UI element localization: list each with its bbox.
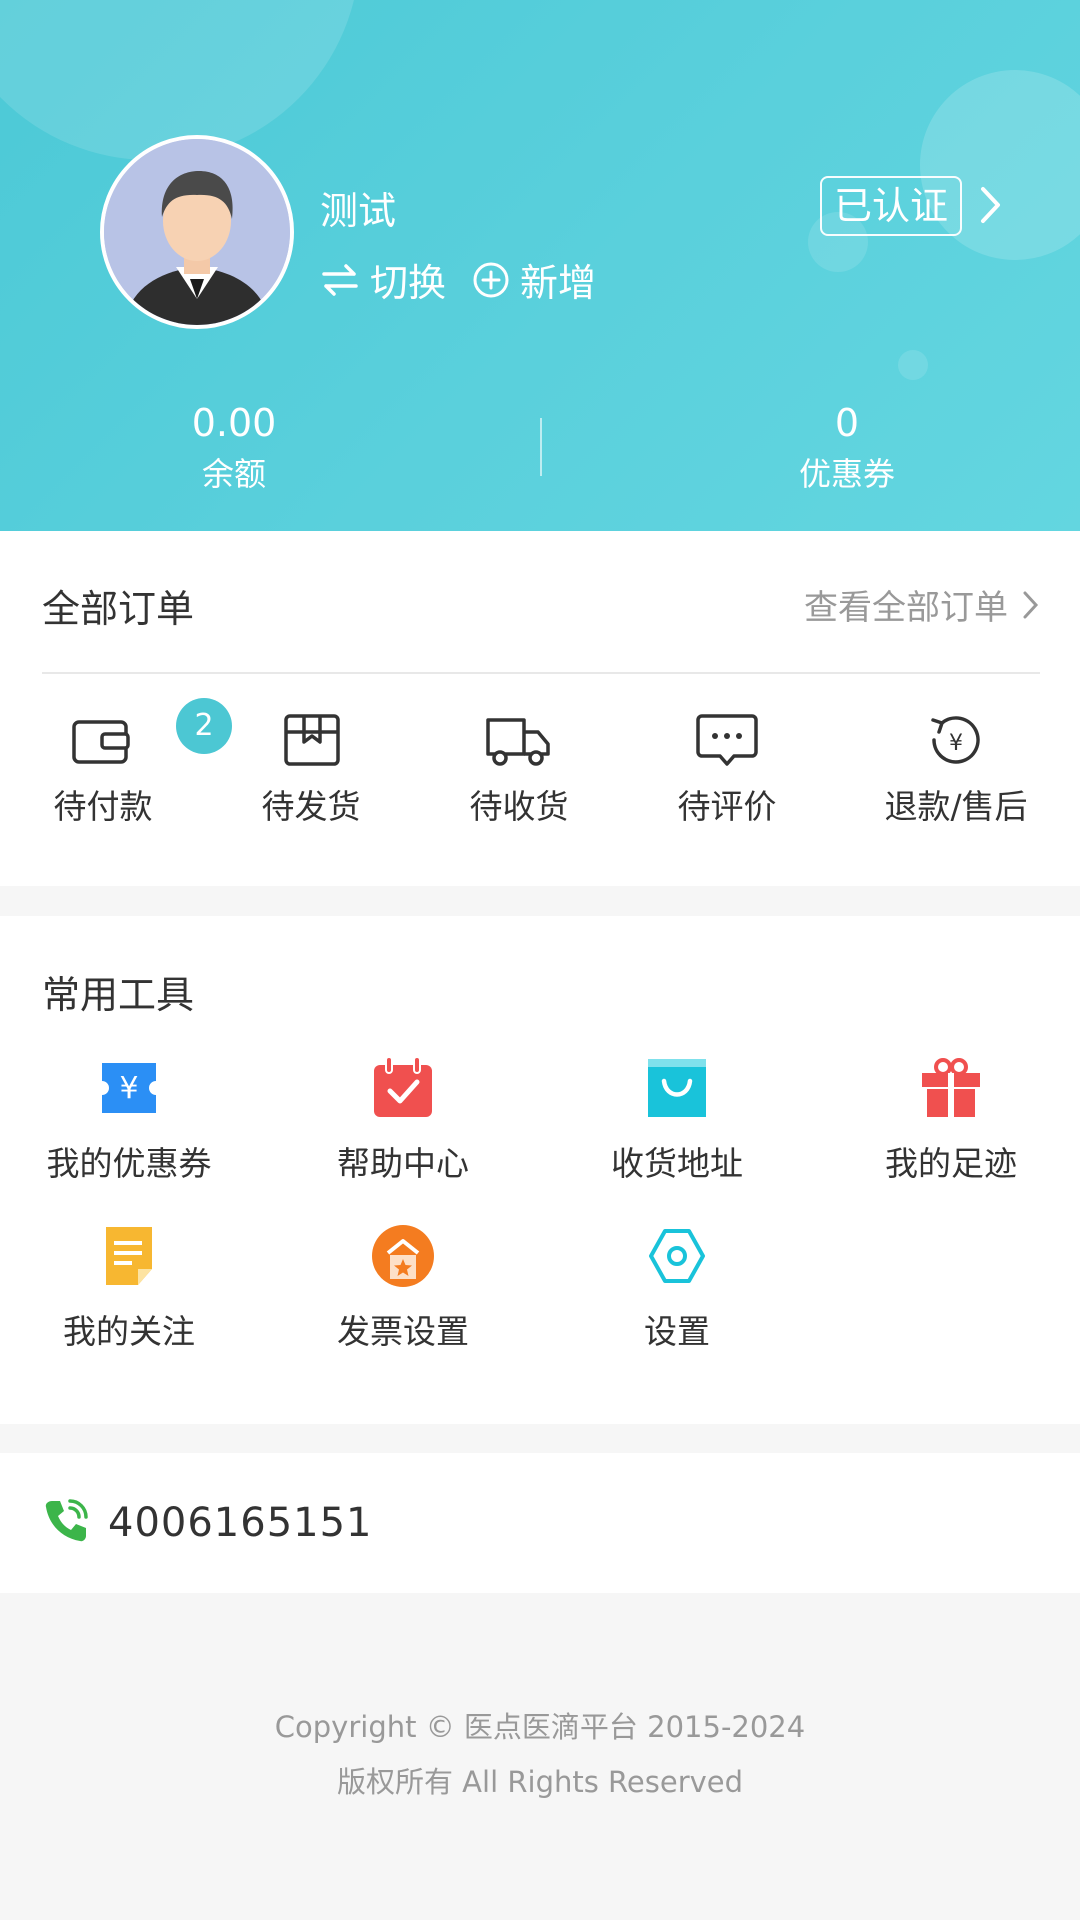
rights-text: 版权所有 All Rights Reserved [336,1765,744,1799]
copyright-text: Copyright © 医点医滴平台 2015-2024 [274,1710,806,1744]
tool-settings[interactable]: 设置 [540,1223,814,1353]
coupon-stat[interactable]: 0 优惠券 [697,398,997,500]
tool-label: 发票设置 [337,1312,469,1351]
tool-label: 我的关注 [63,1312,195,1351]
note-icon [106,1227,152,1285]
view-all-orders-link[interactable]: 查看全部订单 [804,580,1040,629]
stat-divider [540,418,542,476]
view-all-orders-label: 查看全部订单 [804,588,1008,628]
gift-icon [922,1058,980,1117]
wallet-icon [72,720,130,764]
tool-my-coupons[interactable]: ¥ 我的优惠券 [0,1055,266,1185]
balance-stat[interactable]: 0.00 余额 [84,398,384,500]
tools-title: 常用工具 [42,973,195,1017]
tool-my-follows[interactable]: 我的关注 [0,1223,266,1353]
tool-label: 我的足迹 [885,1144,1017,1183]
tool-my-footprints[interactable]: 我的足迹 [814,1055,1080,1185]
svg-text:¥: ¥ [119,1071,138,1106]
avatar-person-icon [104,139,290,325]
chevron-right-icon[interactable] [978,185,1004,225]
order-refund-aftersale[interactable]: ¥ 退款/售后 [856,710,1056,828]
truck-icon [486,718,550,766]
order-pending-receipt[interactable]: 待收货 [419,710,619,828]
order-label: 待发货 [261,787,361,826]
package-icon [284,714,340,766]
order-label: 待收货 [469,787,569,826]
order-label: 退款/售后 [884,787,1028,826]
decor-bubble [898,350,928,380]
order-label: 待评价 [677,787,777,826]
tool-shipping-address[interactable]: 收货地址 [540,1055,814,1185]
avatar[interactable] [100,135,294,329]
switch-arrows-icon [322,263,358,296]
invoice-star-icon [372,1225,434,1287]
hotline-number[interactable]: 4006165151 [108,1500,373,1546]
refund-icon: ¥ [931,716,980,764]
tool-invoice-settings[interactable]: 发票设置 [266,1223,540,1353]
divider [42,672,1040,674]
order-label: 待付款 [53,787,153,826]
user-name: 测试 [320,189,397,233]
coupon-count-label: 优惠券 [798,455,895,493]
shopping-bag-icon [648,1059,706,1117]
tool-label: 设置 [644,1312,710,1351]
profile-header: 测试 切换 新增 已认证 0.00 余额 0 优惠券 [0,0,1080,531]
tool-label: 帮助中心 [337,1144,469,1183]
order-pending-shipment[interactable]: 待发货 [211,710,411,828]
add-account-button[interactable]: 新增 [472,252,596,307]
orders-title: 全部订单 [42,587,195,631]
footer: Copyright © 医点医滴平台 2015-2024 版权所有 All Ri… [0,1700,1080,1810]
order-pending-payment[interactable]: 2 待付款 [3,698,232,828]
switch-account-button[interactable]: 切换 [320,252,446,307]
coupon-count-value: 0 [834,401,860,445]
svg-text:¥: ¥ [949,731,963,756]
add-label: 新增 [520,261,597,305]
settings-hex-icon [649,1229,705,1283]
verified-badge[interactable]: 已认证 [820,176,963,236]
coupon-icon: ¥ [102,1063,156,1113]
switch-label: 切换 [370,261,447,305]
tool-label: 收货地址 [611,1144,743,1183]
plus-circle-icon [473,262,509,297]
calendar-check-icon [374,1056,432,1117]
order-pending-review[interactable]: 待评价 [627,710,827,828]
tool-label: 我的优惠券 [46,1144,212,1183]
phone-icon[interactable] [42,1497,90,1545]
comment-icon [696,714,758,766]
balance-value: 0.00 [191,401,277,445]
chevron-right-icon [1023,591,1039,618]
tool-help-center[interactable]: 帮助中心 [266,1055,540,1185]
balance-label: 余额 [201,455,266,493]
